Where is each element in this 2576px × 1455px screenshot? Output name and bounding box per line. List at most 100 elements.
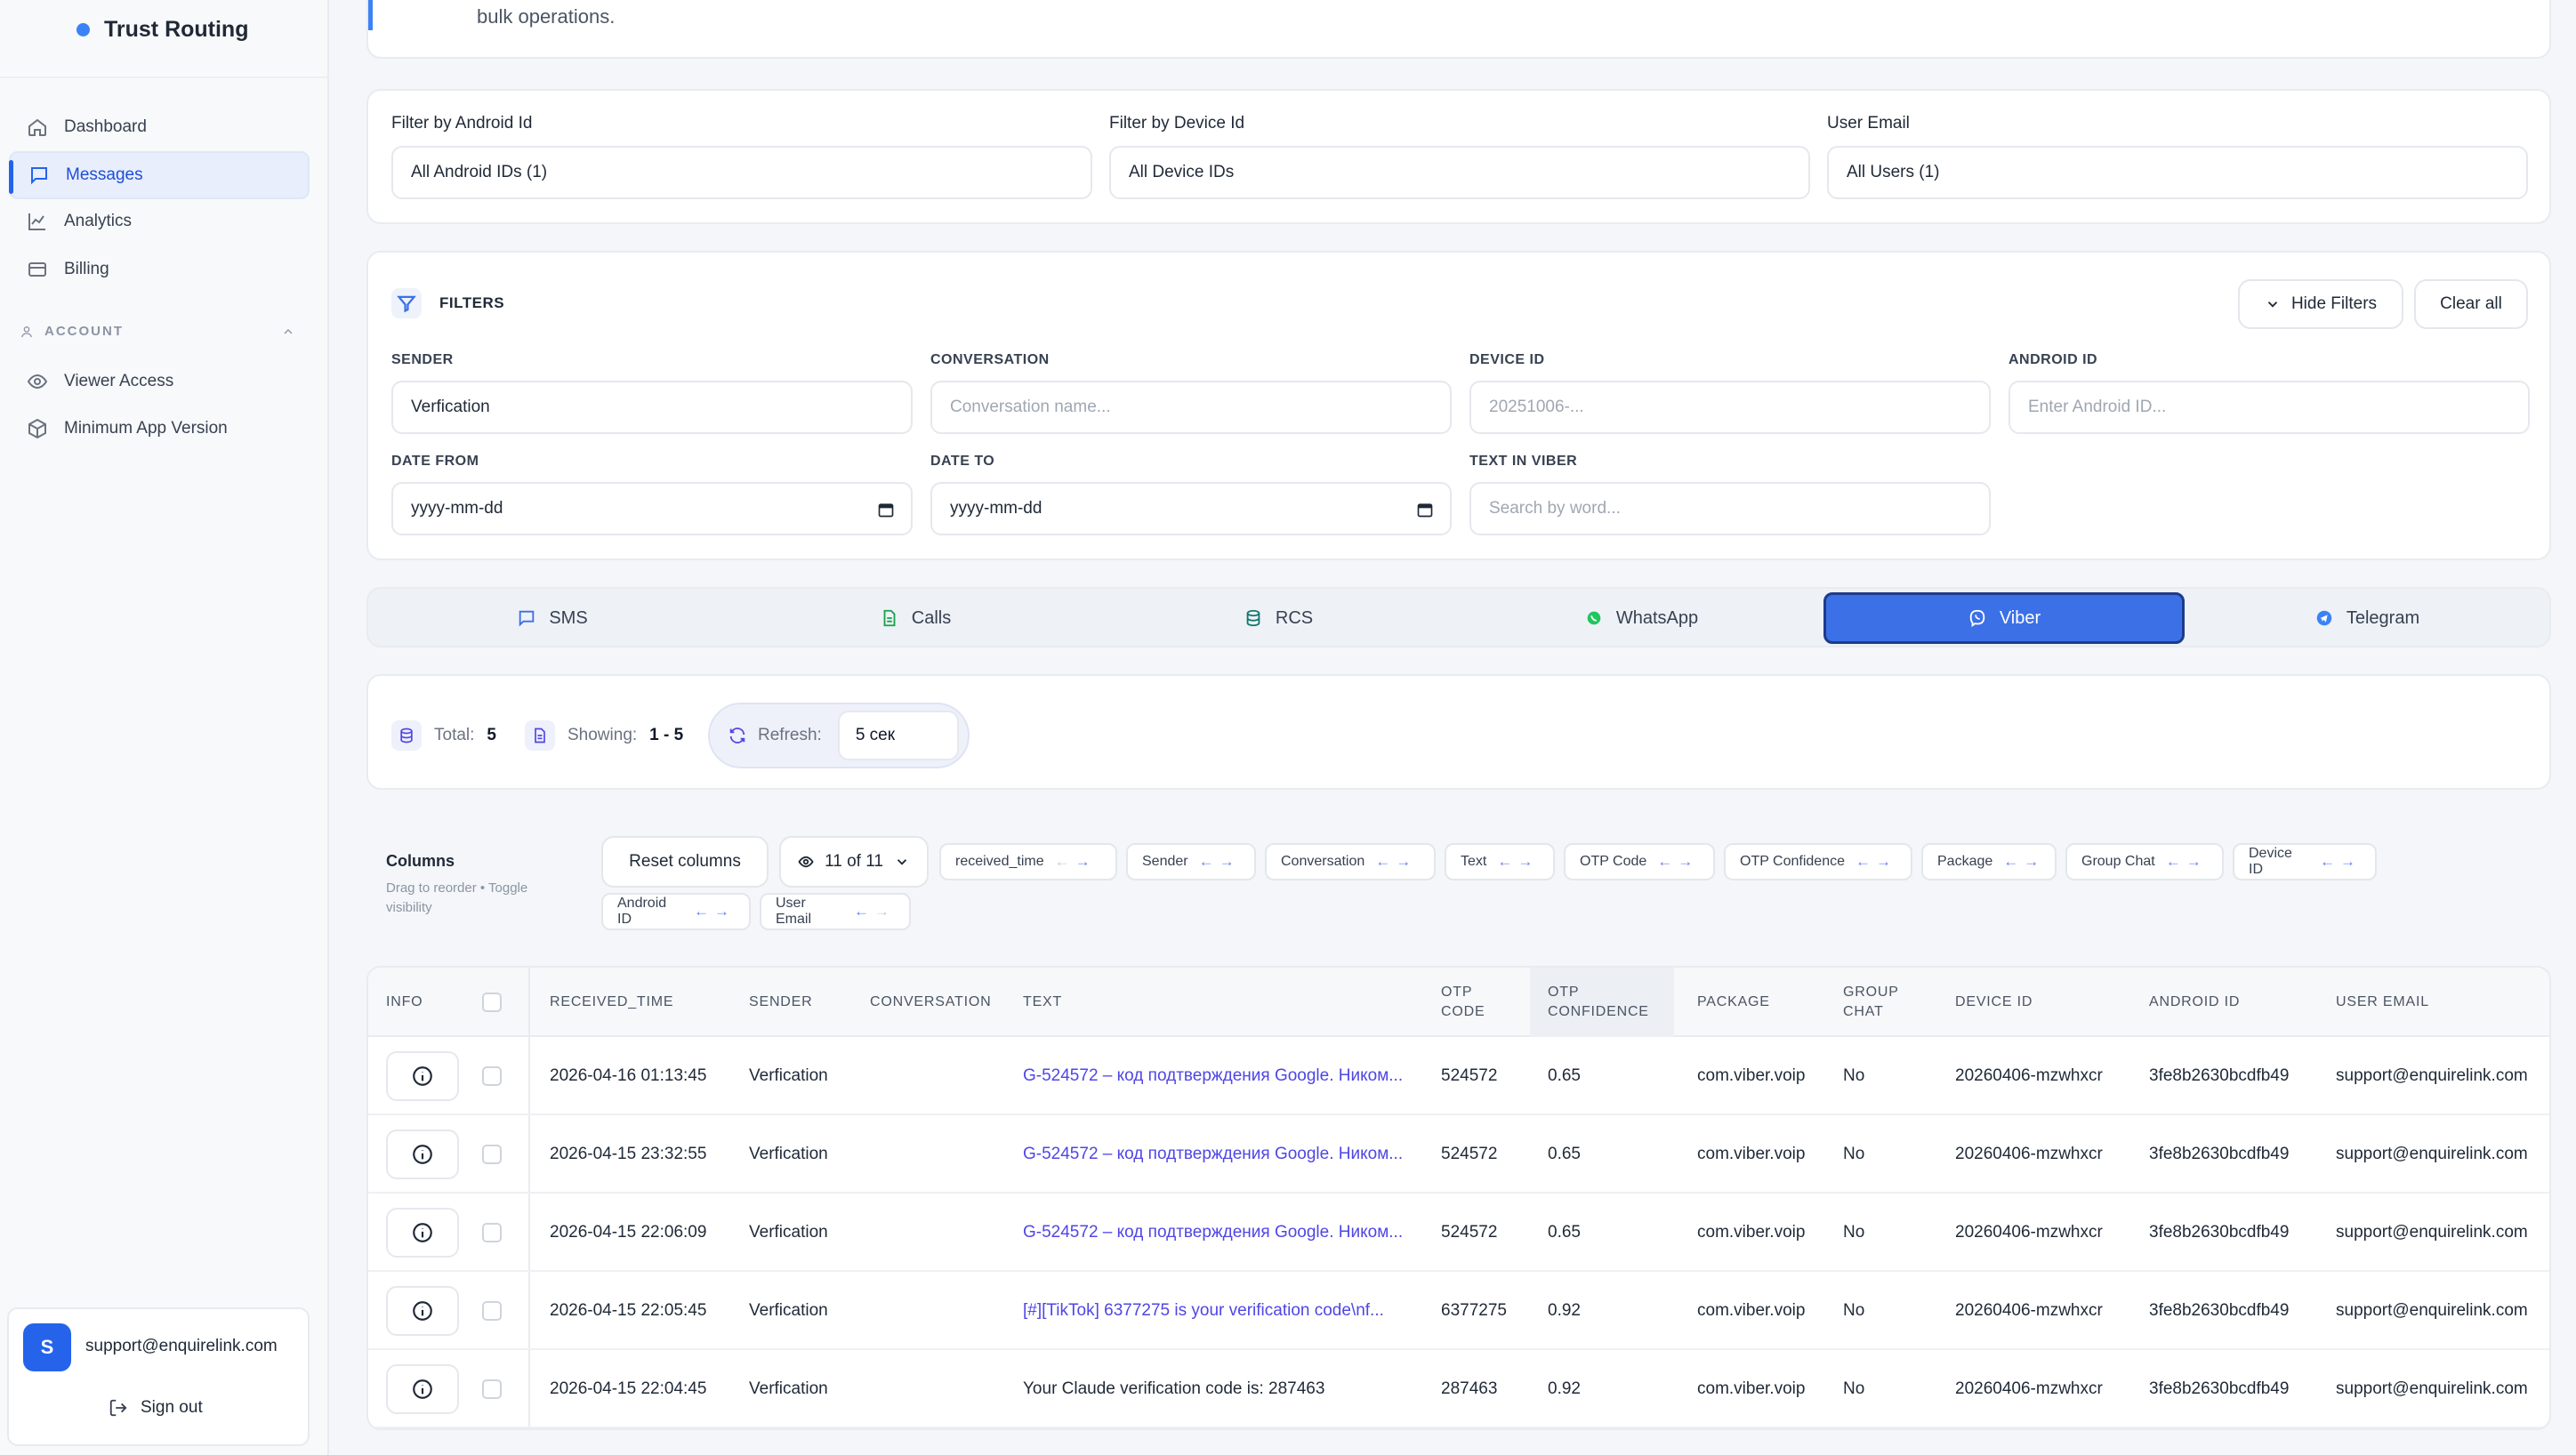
table-row[interactable]: 2026-04-15 22:05:45 Verfication [#][TikTok… [368, 1272, 2549, 1350]
sender-input[interactable]: Verfication [391, 381, 913, 434]
move-arrows-icon[interactable]: ←→ [694, 903, 735, 920]
sidebar-item-minimum-app-version[interactable]: Minimum App Version [9, 405, 310, 453]
col-header-text[interactable]: TEXT [1023, 968, 1062, 1037]
move-arrows-icon[interactable]: ←→ [2003, 853, 2044, 871]
row-checkbox[interactable] [482, 1066, 502, 1086]
row-checkbox[interactable] [482, 1223, 502, 1242]
sign-out-button[interactable]: Sign out [109, 1398, 203, 1418]
document-icon [525, 720, 555, 751]
cell-otp-confidence: 0.65 [1548, 1066, 1581, 1085]
tab-viber[interactable]: Viber [1823, 592, 2185, 644]
column-visibility-dropdown[interactable]: 11 of 11 [779, 836, 929, 888]
column-chip[interactable]: Sender ←→ [1126, 843, 1256, 880]
device-id-input[interactable]: 20251006-... [1469, 381, 1991, 434]
clear-all-button[interactable]: Clear all [2414, 279, 2528, 329]
brand[interactable]: Trust Routing [76, 14, 248, 44]
column-chip[interactable]: Android ID ←→ [601, 893, 751, 930]
row-info-button[interactable] [386, 1051, 459, 1101]
cell-android-id: 3fe8b2630bcdfb49 [2149, 1379, 2290, 1398]
select-all-checkbox[interactable] [482, 993, 502, 1012]
column-chip[interactable]: Device ID ←→ [2233, 843, 2377, 880]
refresh-control: Refresh: 5 сек [708, 703, 970, 768]
row-info-button[interactable] [386, 1364, 459, 1414]
move-arrows-icon[interactable]: ←→ [854, 903, 895, 920]
cell-text[interactable]: [#][TikTok] 6377275 is your verification… [1023, 1272, 1384, 1350]
date-from-label: DATE FROM [391, 454, 479, 469]
section-account-toggle[interactable]: ACCOUNT [20, 324, 295, 339]
move-arrows-icon[interactable]: ←→ [2166, 853, 2207, 871]
refresh-interval-select[interactable]: 5 сек [837, 711, 959, 760]
cell-received-time: 2026-04-15 22:04:45 [550, 1379, 707, 1398]
row-checkbox[interactable] [482, 1301, 502, 1321]
move-arrows-icon[interactable]: ←→ [2320, 853, 2361, 871]
sidebar-item-analytics[interactable]: Analytics [9, 197, 310, 245]
date-to-input[interactable]: yyyy-mm-dd [930, 482, 1452, 535]
tab-sms[interactable]: SMS [372, 592, 733, 644]
move-arrows-icon[interactable]: ←→ [1856, 853, 1896, 871]
sidebar-item-label: Billing [64, 260, 109, 278]
row-checkbox[interactable] [482, 1379, 502, 1399]
divider [0, 76, 329, 78]
col-header-otp-confidence[interactable]: OTP CONFIDENCE [1548, 968, 1649, 1037]
sidebar-item-dashboard[interactable]: Dashboard [9, 103, 310, 151]
device-id-select[interactable]: All Device IDs [1109, 146, 1810, 199]
move-arrows-icon[interactable]: ←→ [1497, 853, 1538, 871]
col-header-android-id[interactable]: ANDROID ID [2149, 968, 2240, 1037]
tab-telegram[interactable]: Telegram [2186, 592, 2548, 644]
row-info-button[interactable] [386, 1129, 459, 1179]
sidebar-item-viewer-access[interactable]: Viewer Access [9, 358, 310, 406]
col-header-conversation[interactable]: CONVERSATION [870, 968, 991, 1037]
column-chip[interactable]: Package ←→ [1921, 843, 2057, 880]
eye-icon [27, 374, 48, 390]
date-from-input[interactable]: yyyy-mm-dd [391, 482, 913, 535]
move-arrows-icon[interactable]: ←→ [1055, 853, 1096, 871]
table-row[interactable]: 2026-04-16 01:13:45 Verfication G-524572 –… [368, 1037, 2549, 1115]
avatar: S [23, 1323, 71, 1371]
reset-columns-button[interactable]: Reset columns [601, 836, 769, 888]
text-search-input[interactable]: Search by word... [1469, 482, 1991, 535]
tab-rcs[interactable]: RCS [1098, 592, 1459, 644]
cell-text[interactable]: G-524572 – код подтверждения Google. Ник… [1023, 1115, 1403, 1194]
col-header-package[interactable]: PACKAGE [1697, 968, 1770, 1037]
tab-calls[interactable]: Calls [735, 592, 1096, 644]
hide-filters-button[interactable]: Hide Filters [2238, 279, 2403, 329]
tab-label: Telegram [2346, 607, 2420, 628]
row-info-button[interactable] [386, 1208, 459, 1258]
column-chip[interactable]: Text ←→ [1445, 843, 1555, 880]
row-info-button[interactable] [386, 1286, 459, 1336]
table-row[interactable]: 2026-04-15 22:06:09 Verfication G-524572 –… [368, 1194, 2549, 1272]
column-chip[interactable]: User Email ←→ [760, 893, 911, 930]
cell-android-id: 3fe8b2630bcdfb49 [2149, 1223, 2290, 1242]
cell-text[interactable]: G-524572 – код подтверждения Google. Ник… [1023, 1194, 1403, 1272]
visible-count: 11 of 11 [825, 852, 883, 871]
column-chip[interactable]: Conversation ←→ [1265, 843, 1436, 880]
col-header-device-id[interactable]: DEVICE ID [1955, 968, 2033, 1037]
user-email-select[interactable]: All Users (1) [1827, 146, 2528, 199]
table-row[interactable]: 2026-04-15 23:32:55 Verfication G-524572 –… [368, 1115, 2549, 1194]
sidebar-item-messages[interactable]: Messages [9, 151, 310, 199]
android-id-select[interactable]: All Android IDs (1) [391, 146, 1092, 199]
calendar-icon[interactable] [877, 501, 895, 518]
table-row[interactable]: 2026-04-15 22:04:45 Verfication Your Claud… [368, 1350, 2549, 1428]
column-chip[interactable]: Group Chat ←→ [2065, 843, 2224, 880]
col-header-received-time[interactable]: RECEIVED_TIME [550, 968, 673, 1037]
move-arrows-icon[interactable]: ←→ [1657, 853, 1698, 871]
cell-text[interactable]: G-524572 – код подтверждения Google. Ник… [1023, 1037, 1403, 1115]
android-id-input[interactable]: Enter Android ID... [2008, 381, 2530, 434]
col-header-group-chat[interactable]: GROUP CHAT [1843, 968, 1899, 1037]
col-header-otp-code[interactable]: OTP CODE [1441, 968, 1485, 1037]
col-header-sender[interactable]: SENDER [749, 968, 812, 1037]
tab-whatsapp[interactable]: WhatsApp [1461, 592, 1822, 644]
conversation-input[interactable]: Conversation name... [930, 381, 1452, 434]
column-chip[interactable]: OTP Confidence ←→ [1724, 843, 1912, 880]
row-checkbox[interactable] [482, 1145, 502, 1164]
cell-user-email: support@enquirelink.com [2336, 1223, 2528, 1242]
move-arrows-icon[interactable]: ←→ [1375, 853, 1416, 871]
column-chip[interactable]: OTP Code ←→ [1564, 843, 1715, 880]
col-header-user-email[interactable]: USER EMAIL [2336, 968, 2429, 1037]
calendar-icon[interactable] [1416, 501, 1434, 518]
move-arrows-icon[interactable]: ←→ [1199, 853, 1240, 871]
column-chip[interactable]: received_time ←→ [939, 843, 1117, 880]
sidebar-item-billing[interactable]: Billing [9, 245, 310, 293]
sidebar: Trust Routing Dashboard Messages Analyti… [0, 0, 329, 1455]
